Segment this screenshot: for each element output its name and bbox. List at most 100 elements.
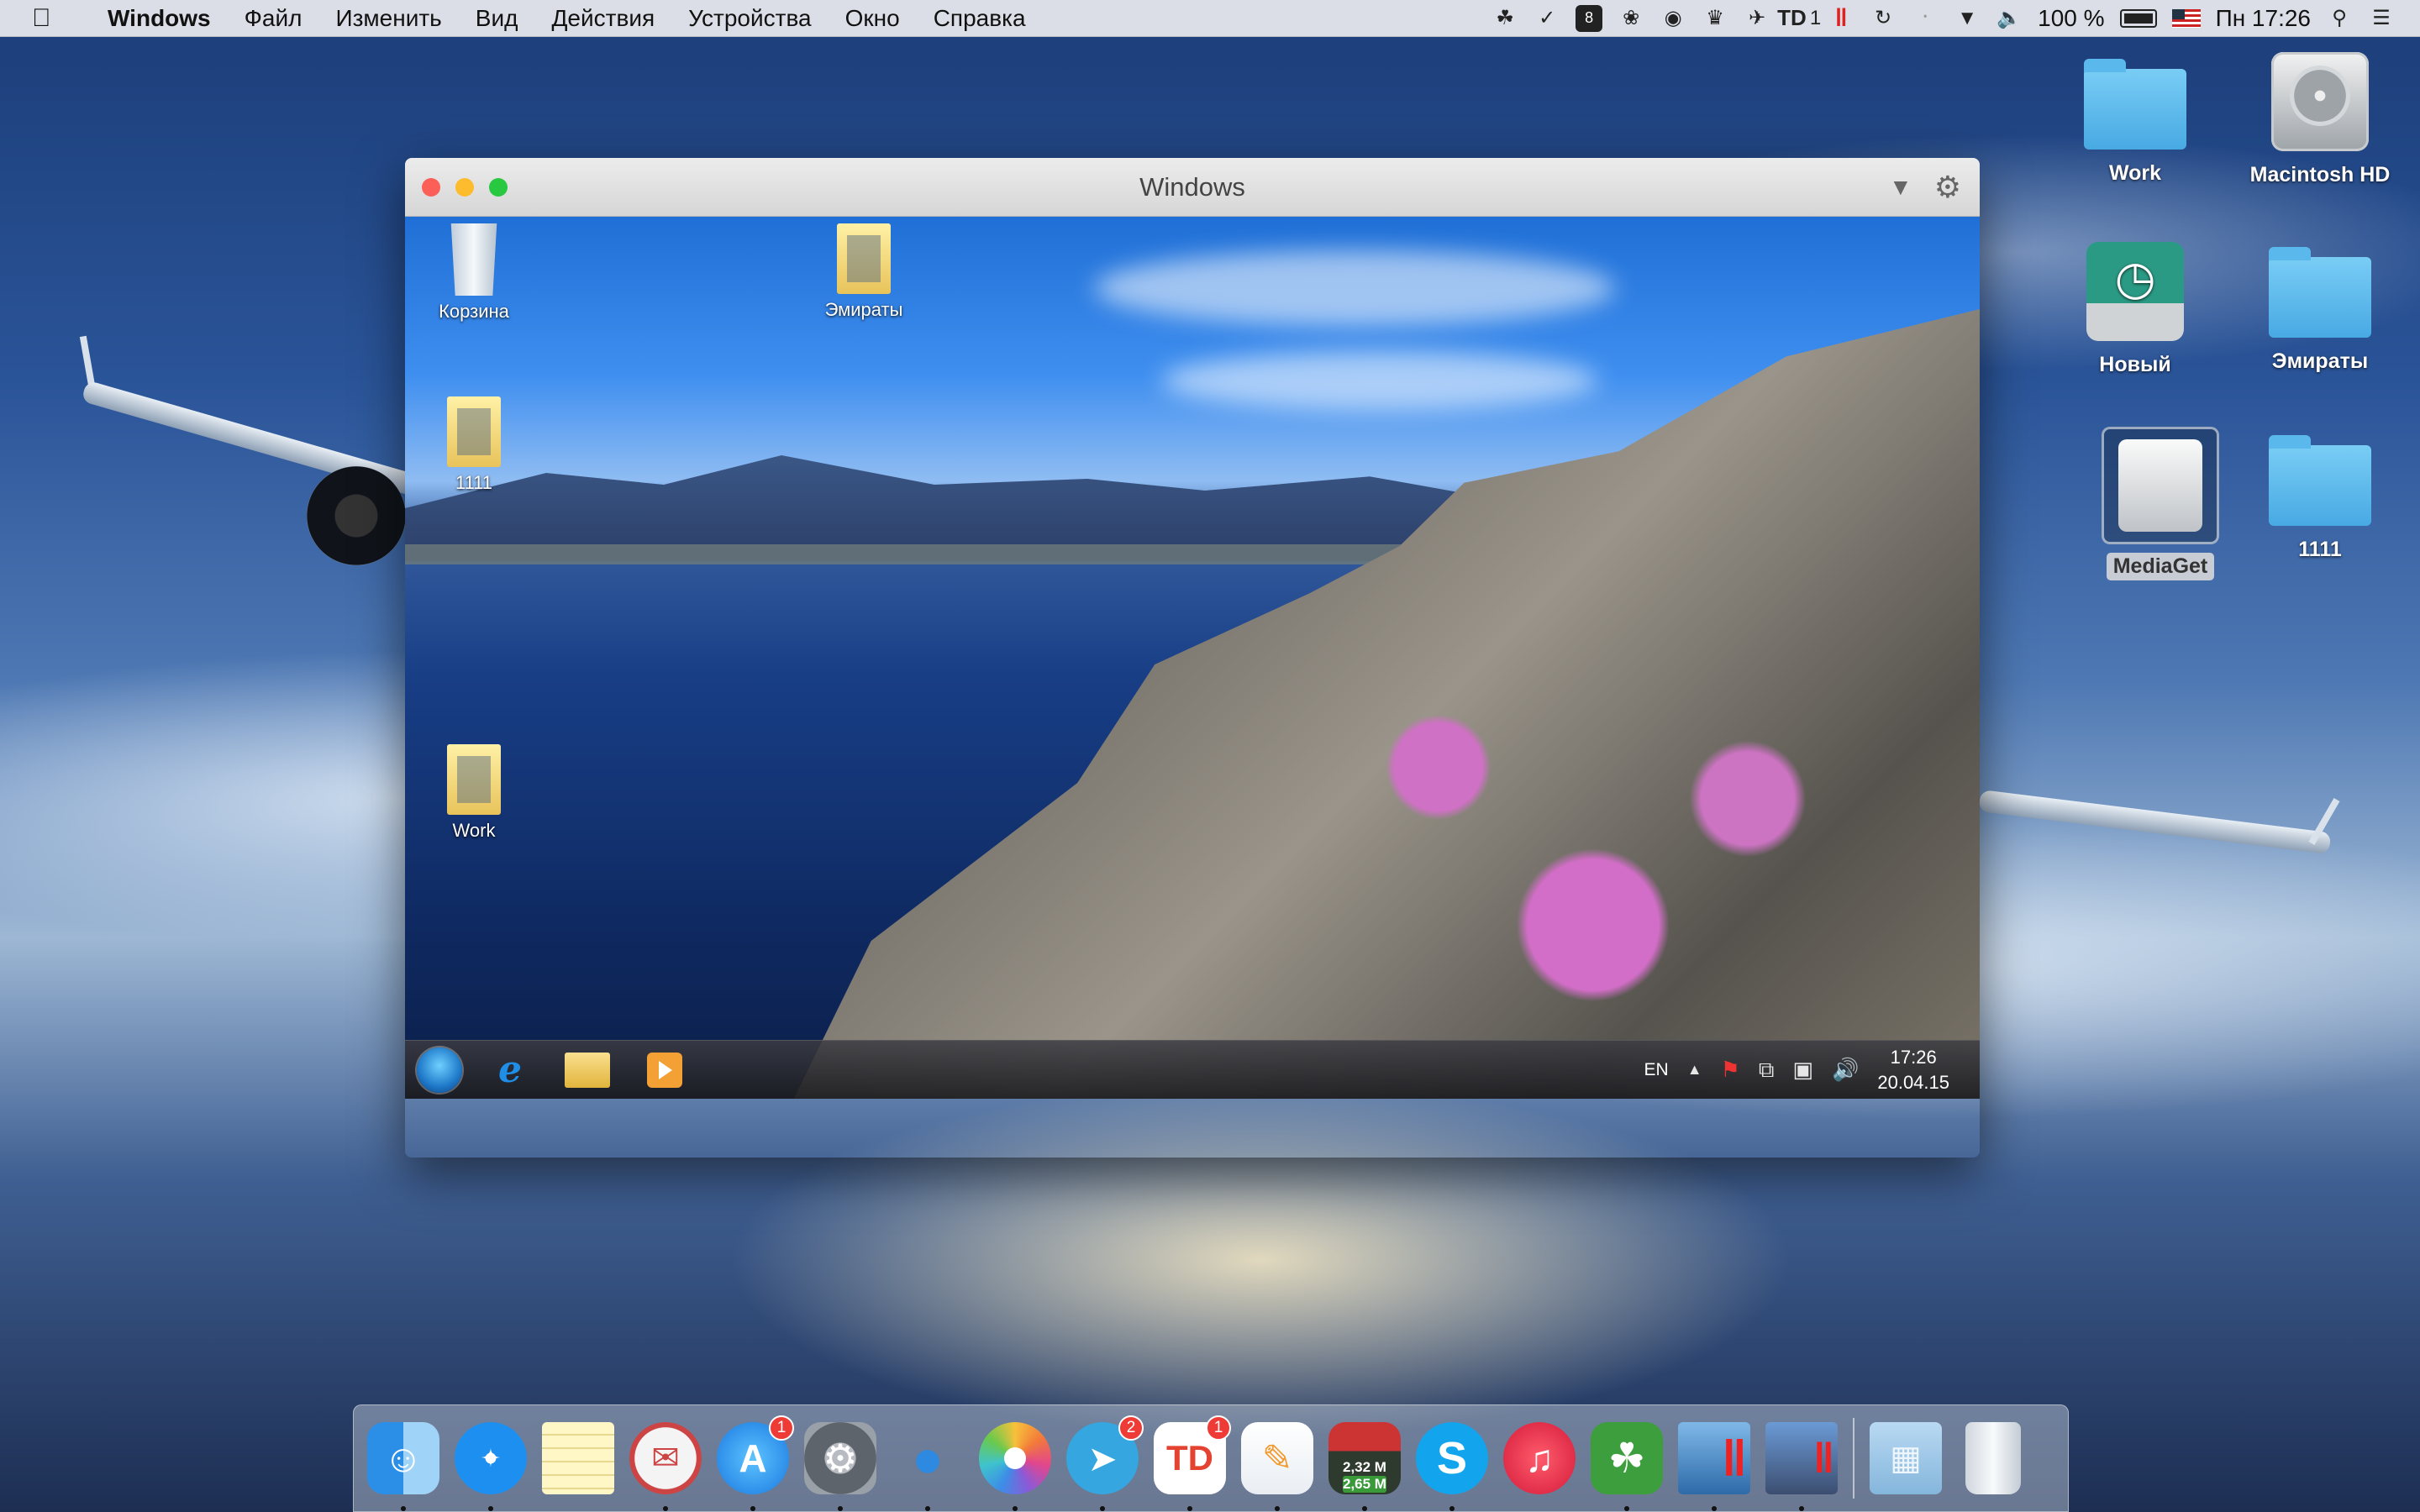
evernote-status-icon[interactable]: ☘ xyxy=(1491,5,1518,32)
speaker-icon[interactable]: 🔊 xyxy=(1832,1057,1859,1083)
desktop-icon-label: Work xyxy=(2108,161,2162,185)
windows-taskbar: e EN ▲ ⚑ ⧉ ▣ 🔊 17:26 20.04.15 xyxy=(405,1040,1980,1099)
taskbar-time: 17:26 xyxy=(1890,1046,1937,1068)
menu-view[interactable]: Вид xyxy=(459,5,535,32)
file-explorer-icon[interactable] xyxy=(556,1045,618,1095)
finder-icon[interactable]: ☺ xyxy=(367,1422,439,1511)
desktop-icon-work[interactable]: Work xyxy=(2047,59,2223,186)
menu-file[interactable]: Файл xyxy=(228,5,319,32)
parallels-status-icon[interactable]: ‖ xyxy=(1828,4,1854,32)
network-download-speed: 2,65 M xyxy=(1343,1476,1386,1493)
us-flag-icon[interactable] xyxy=(2171,8,2201,28)
language-indicator[interactable]: EN xyxy=(1644,1060,1669,1080)
menu-app-name[interactable]: Windows xyxy=(91,5,228,32)
notification-center-icon[interactable]: ☰ xyxy=(2368,5,2395,32)
eight-status-icon[interactable]: 8 xyxy=(1576,4,1603,32)
airmail-status-icon[interactable]: ✈ xyxy=(1744,5,1770,32)
menu-help[interactable]: Справка xyxy=(917,5,1043,32)
win-icon-recycle-bin[interactable]: Корзина xyxy=(424,223,524,323)
tweetbot-icon[interactable]: ● xyxy=(892,1422,964,1511)
desktop-icon-label: Новый xyxy=(2099,353,2171,376)
win-icon-label: Work xyxy=(452,820,496,841)
system-tray: EN ▲ ⚑ ⧉ ▣ 🔊 17:26 20.04.15 xyxy=(1644,1045,1981,1095)
vm-title-bar[interactable]: Windows ▼ ⚙ xyxy=(405,158,1980,217)
safari-icon[interactable]: ✦ xyxy=(455,1422,527,1511)
hard-drive-icon xyxy=(2271,52,2369,151)
win-icon-1111[interactable]: 1111 xyxy=(424,396,524,494)
evernote-icon[interactable]: ☘ xyxy=(1591,1422,1663,1511)
windows-vm-window[interactable]: Windows ▼ ⚙ Корзина Эмираты 1111 Work e … xyxy=(405,158,1980,1158)
windows-desktop[interactable]: Корзина Эмираты 1111 Work e EN ▲ ⚑ ⧉ ▣ 🔊… xyxy=(405,217,1980,1099)
desktop-icon-macintosh-hd[interactable]: Macintosh HD xyxy=(2232,52,2408,187)
taskbar-clock[interactable]: 17:26 20.04.15 xyxy=(1877,1045,1949,1095)
menu-devices[interactable]: Устройства xyxy=(671,5,828,32)
status-area: ☘ ✓ 8 ❀ ◉ ♛ ✈ TD 1 ‖ ↻ ᛫ ▼ 🔈 100 % Пн 17:… xyxy=(1491,4,2420,32)
wallpaper-engine xyxy=(307,466,406,565)
desktop-icon-label: MediaGet xyxy=(2106,553,2215,580)
desktop-icon-1111[interactable]: 1111 xyxy=(2232,435,2408,562)
win-icon-emiraty[interactable]: Эмираты xyxy=(813,223,914,321)
battery-percentage[interactable]: 100 % xyxy=(2038,5,2104,32)
menu-bar:  Windows Файл Изменить Вид Действия Уст… xyxy=(0,0,2420,37)
apple-icon[interactable]:  xyxy=(32,4,66,33)
airmail-icon[interactable]: ✉ xyxy=(629,1422,702,1511)
menu-edit[interactable]: Изменить xyxy=(318,5,458,32)
dropdown-triangle-icon[interactable]: ▼ xyxy=(1889,174,1912,201)
vm-title-controls: ▼ ⚙ xyxy=(1889,170,1961,205)
pages-icon[interactable]: ✎ xyxy=(1241,1422,1313,1511)
battery-icon[interactable] xyxy=(2119,8,2157,28)
internet-explorer-icon[interactable]: e xyxy=(479,1045,541,1095)
desktop-icon-mediaget[interactable]: MediaGet xyxy=(2072,427,2249,580)
wifi-icon[interactable]: ▼ xyxy=(1954,5,1981,32)
app-store-icon[interactable]: A 1 xyxy=(717,1415,794,1511)
dock-separator xyxy=(1853,1418,1854,1499)
time-machine-icon[interactable]: ↻ xyxy=(1870,5,1897,32)
gear-icon[interactable]: ⚙ xyxy=(1934,170,1961,205)
dock: ☺ ✦ ✉ A 1 ⚙ ● ➤ 2 TD 1 ✎ 2,32 M 2,65 M S… xyxy=(353,1404,2069,1512)
wallpaper-cloud xyxy=(1094,250,1615,326)
bluetooth-icon[interactable]: ᛫ xyxy=(1912,5,1939,32)
skype-icon[interactable]: S xyxy=(1416,1422,1488,1511)
folder-icon xyxy=(447,396,501,467)
system-preferences-icon[interactable]: ⚙ xyxy=(804,1422,876,1511)
fan-status-icon[interactable]: ❀ xyxy=(1618,5,1644,32)
network-icon[interactable]: ▣ xyxy=(1792,1057,1813,1083)
show-hidden-icons-icon[interactable]: ▲ xyxy=(1687,1061,1702,1079)
recycle-bin-icon xyxy=(450,223,497,296)
spotlight-search-icon[interactable]: ⚲ xyxy=(2326,5,2353,32)
photos-icon[interactable] xyxy=(979,1422,1051,1511)
folder-icon xyxy=(837,223,891,294)
desktop-icon-novyi[interactable]: ◷ Новый xyxy=(2047,242,2223,377)
todoist-status-icon[interactable]: TD 1 xyxy=(1777,5,1821,32)
menu-actions[interactable]: Действия xyxy=(534,5,671,32)
parallels-icon[interactable]: ‖ xyxy=(1678,1422,1750,1511)
telegram-icon[interactable]: ➤ 2 xyxy=(1066,1415,1144,1511)
wallpaper-rocks-flowers xyxy=(793,309,1980,1099)
external-drive-icon xyxy=(2102,427,2219,544)
network-monitor-icon[interactable]: 2,32 M 2,65 M xyxy=(1328,1422,1401,1511)
menubar-clock[interactable]: Пн 17:26 xyxy=(2216,5,2311,32)
action-center-flag-icon[interactable]: ⚑ xyxy=(1721,1057,1740,1083)
trash-icon[interactable] xyxy=(1957,1422,2029,1494)
network-upload-speed: 2,32 M xyxy=(1343,1459,1386,1475)
win-icon-work[interactable]: Work xyxy=(424,744,524,842)
parallels-tools-icon[interactable]: ⧉ xyxy=(1759,1057,1775,1084)
desktop-icon-emiraty[interactable]: Эмираты xyxy=(2232,247,2408,374)
todoist-icon[interactable]: TD 1 xyxy=(1154,1415,1231,1511)
itunes-icon[interactable]: ♫ xyxy=(1503,1422,1576,1494)
start-button[interactable] xyxy=(417,1047,462,1093)
checkmark-status-icon[interactable]: ✓ xyxy=(1534,5,1560,32)
applications-folder-icon[interactable]: ▦ xyxy=(1870,1422,1942,1494)
volume-icon[interactable]: 🔈 xyxy=(1996,5,2023,32)
menu-window[interactable]: Окно xyxy=(829,5,917,32)
notes-icon[interactable] xyxy=(542,1422,614,1494)
disk-status-icon[interactable]: ◉ xyxy=(1660,5,1686,32)
wallpaper-cloud xyxy=(1161,351,1598,410)
wallpaper-wing-right xyxy=(1978,790,2332,855)
windows-vm-icon[interactable]: ‖ xyxy=(1765,1422,1838,1511)
win-icon-label: Эмираты xyxy=(824,299,903,320)
hedgehog-status-icon[interactable]: ♛ xyxy=(1702,5,1728,32)
media-player-icon[interactable] xyxy=(634,1045,696,1095)
folder-icon xyxy=(2269,435,2371,526)
win-icon-label: 1111 xyxy=(455,472,493,493)
